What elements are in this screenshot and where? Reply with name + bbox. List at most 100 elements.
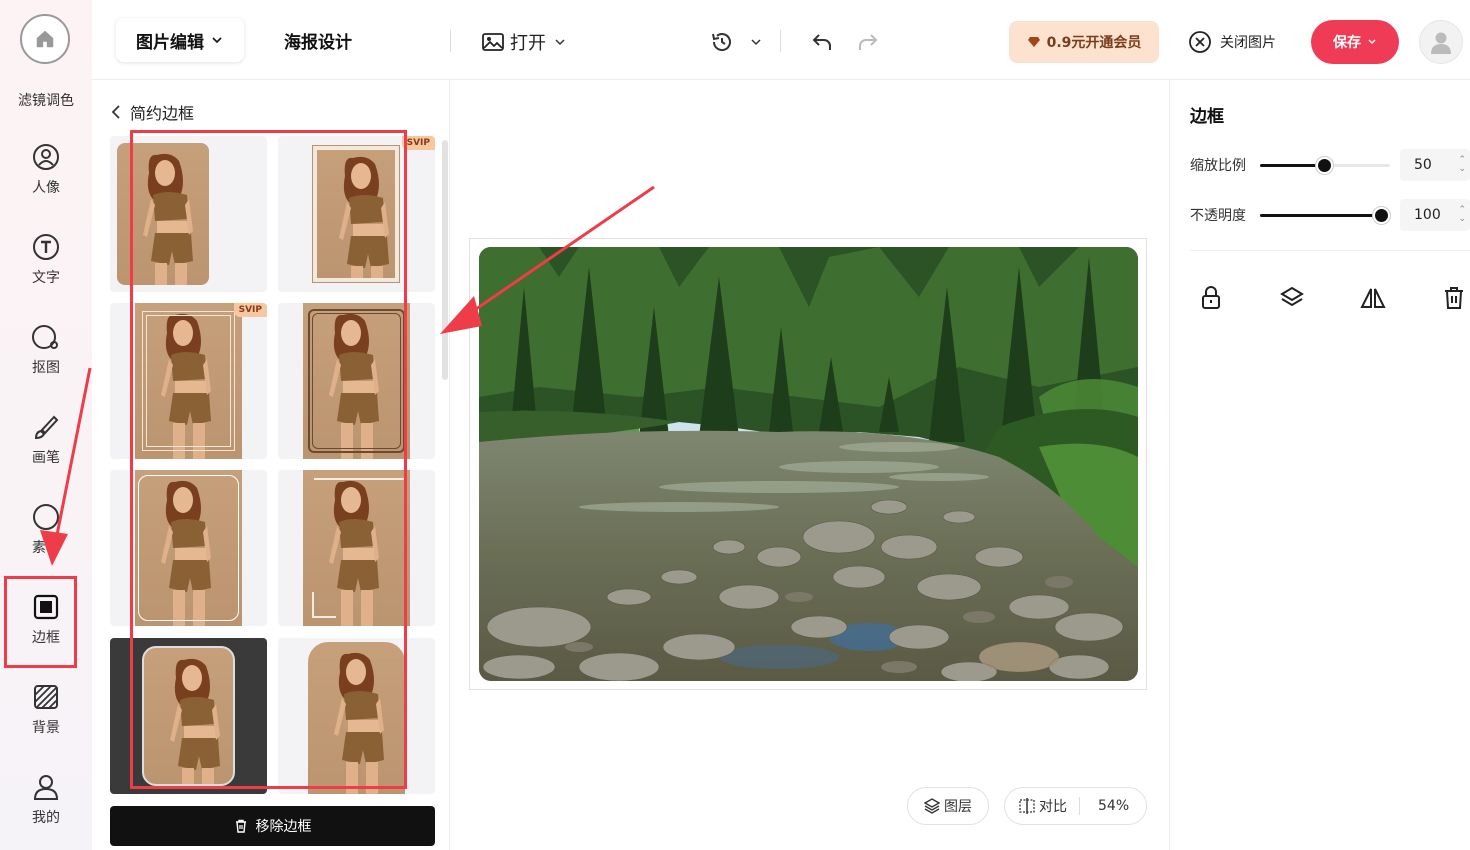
- scale-row: 缩放比例 50 ⌃ ⌄: [1190, 149, 1470, 181]
- image-frame[interactable]: [469, 238, 1147, 690]
- chevron-down-icon: [555, 39, 565, 46]
- trash-icon: [235, 819, 246, 833]
- chevron-down-icon: [751, 39, 761, 46]
- opacity-input[interactable]: 100 ⌃ ⌄: [1400, 199, 1470, 231]
- forest-river-photo[interactable]: [479, 247, 1138, 681]
- scale-input[interactable]: 50 ⌃ ⌄: [1400, 149, 1470, 181]
- background-icon: [34, 685, 58, 709]
- panel-title: 简约边框: [130, 104, 195, 123]
- home-icon: [36, 30, 54, 48]
- trash-icon: [1445, 287, 1463, 309]
- highlight-frame-grid: [130, 130, 407, 789]
- nav-item-background[interactable]: 背景: [0, 670, 92, 750]
- nav-item-cutout[interactable]: 抠图: [0, 310, 92, 390]
- opacity-value: 100: [1414, 207, 1441, 223]
- tab-image-edit-label: 图片编辑: [136, 32, 204, 53]
- compare-divider: [1079, 797, 1080, 815]
- nav-label-cutout: 抠图: [32, 360, 60, 376]
- home-button[interactable]: [20, 14, 70, 64]
- open-label: 打开: [510, 33, 546, 54]
- zoom-level[interactable]: 54%: [1098, 798, 1129, 814]
- user-icon: [33, 775, 59, 800]
- layers-button[interactable]: 图层: [907, 787, 989, 825]
- nav-label-portrait: 人像: [32, 180, 60, 196]
- material-icon: [33, 504, 59, 530]
- image-icon: [482, 33, 504, 51]
- slider-fill: [1260, 164, 1324, 167]
- stepper-icon[interactable]: ⌃ ⌄: [1458, 206, 1466, 224]
- open-button[interactable]: 打开: [482, 29, 566, 55]
- layers-icon: [1280, 286, 1304, 307]
- redo-icon: [859, 34, 878, 50]
- properties-panel: 边框 缩放比例 50 ⌃ ⌄ 不透明度 100 ⌃ ⌄: [1169, 80, 1470, 850]
- scale-slider[interactable]: [1260, 157, 1390, 174]
- history-icon: [712, 33, 731, 51]
- nav-item-brush[interactable]: 画笔: [0, 400, 92, 480]
- panel-scrollbar[interactable]: [442, 140, 448, 380]
- flip-icon: [1360, 288, 1386, 308]
- nav-item-material[interactable]: 素材: [0, 490, 92, 570]
- lock-button[interactable]: [1191, 278, 1231, 318]
- diamond-icon: [1027, 37, 1040, 47]
- close-image-button[interactable]: 关闭图片: [1188, 30, 1276, 54]
- canvas-area: 图层 对比 54%: [451, 80, 1168, 850]
- tab-image-edit[interactable]: 图片编辑: [116, 18, 244, 62]
- properties-title: 边框: [1190, 107, 1224, 127]
- history-button[interactable]: [710, 30, 762, 54]
- avatar[interactable]: [1419, 20, 1463, 64]
- slider-knob[interactable]: [1316, 157, 1333, 174]
- nav-filter-label[interactable]: 滤镜调色: [0, 90, 92, 110]
- compare-label[interactable]: 对比: [1039, 796, 1067, 816]
- portrait-icon: [33, 144, 59, 170]
- vip-membership-button[interactable]: 0.9元开通会员: [1009, 21, 1159, 63]
- user-avatar-icon: [1431, 32, 1451, 54]
- stepper-icon[interactable]: ⌃ ⌄: [1458, 156, 1466, 174]
- chevron-left-icon: [111, 105, 120, 119]
- nav-item-text[interactable]: 文字: [0, 220, 92, 300]
- lock-icon: [1202, 286, 1220, 309]
- brush-icon: [34, 415, 59, 440]
- layer-order-button[interactable]: [1272, 278, 1312, 318]
- save-label: 保存: [1333, 35, 1361, 51]
- toolbar-divider: [780, 30, 781, 52]
- slider-knob[interactable]: [1373, 207, 1390, 224]
- scale-value: 50: [1414, 157, 1432, 173]
- panel-divider: [1190, 250, 1470, 251]
- remove-frame-button[interactable]: 移除边框: [110, 806, 435, 846]
- slider-fill: [1260, 214, 1381, 217]
- left-nav: 滤镜调色 人像 文字 抠图 画笔 素材 边框 背景 我的: [0, 0, 92, 850]
- text-icon: [33, 234, 59, 260]
- opacity-label: 不透明度: [1190, 208, 1246, 224]
- chevron-down-icon: [212, 37, 222, 44]
- close-image-label: 关闭图片: [1220, 35, 1276, 51]
- opacity-row: 不透明度 100 ⌃ ⌄: [1190, 199, 1470, 231]
- nav-label-background: 背景: [32, 720, 60, 736]
- delete-button[interactable]: [1434, 278, 1470, 318]
- flip-button[interactable]: [1353, 278, 1393, 318]
- save-button[interactable]: 保存: [1311, 20, 1399, 64]
- undo-icon: [812, 34, 831, 50]
- compare-zoom-control: 对比 54%: [1004, 787, 1147, 825]
- cutout-icon: [32, 325, 58, 349]
- close-circle-icon: [1189, 31, 1211, 53]
- vip-label: 0.9元开通会员: [1046, 35, 1142, 51]
- layers-label: 图层: [944, 799, 972, 815]
- undo-button[interactable]: [810, 30, 834, 58]
- compare-icon[interactable]: [1019, 798, 1035, 814]
- opacity-slider[interactable]: [1260, 207, 1390, 224]
- nav-label-brush: 画笔: [32, 450, 60, 466]
- nav-item-mine[interactable]: 我的: [0, 760, 92, 840]
- panel-back-button[interactable]: 简约边框: [110, 100, 194, 124]
- top-bar: 图片编辑 海报设计 打开 0.9元开通会员 关闭图片 保存: [92, 0, 1470, 80]
- chevron-down-icon: [1368, 39, 1376, 44]
- redo-button[interactable]: [856, 30, 880, 58]
- tab-poster-design[interactable]: 海报设计: [284, 28, 352, 53]
- layers-icon: [924, 798, 940, 814]
- nav-item-portrait[interactable]: 人像: [0, 130, 92, 210]
- nav-label-material: 素材: [32, 540, 60, 556]
- nav-label-text: 文字: [32, 270, 60, 286]
- nav-label-mine: 我的: [32, 810, 60, 826]
- highlight-frame-nav: [4, 576, 77, 668]
- scale-label: 缩放比例: [1190, 158, 1246, 174]
- toolbar-divider: [450, 30, 451, 52]
